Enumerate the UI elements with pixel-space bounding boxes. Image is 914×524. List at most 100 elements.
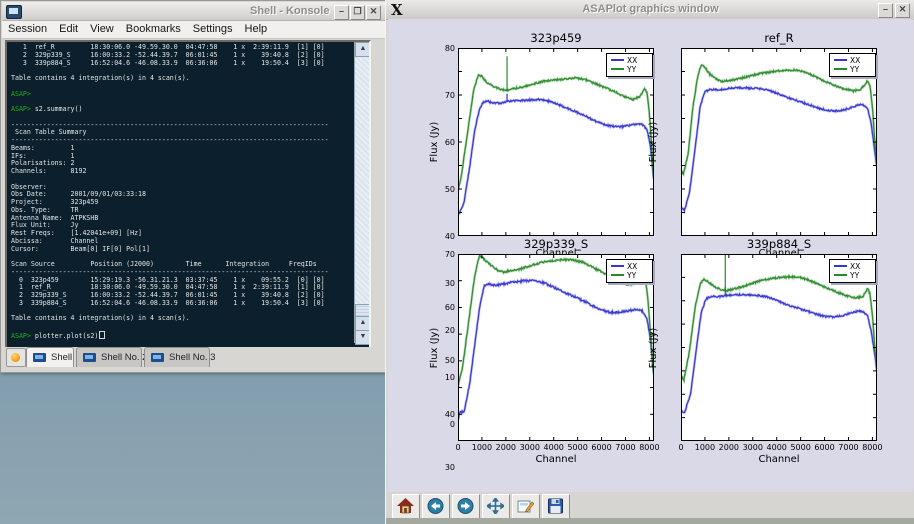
series-XX xyxy=(681,87,877,211)
terminal-line xyxy=(11,323,355,331)
minimize-button[interactable]: – xyxy=(334,5,349,20)
scroll-up-icon[interactable]: ▲ xyxy=(355,42,371,57)
series-halo-YY xyxy=(458,75,654,192)
terminal-line: Channels: 8192 xyxy=(11,168,355,176)
terminal-line: 3 339p884_S 16:52:04.6 -46.08.33.9 06:36… xyxy=(11,60,355,68)
ytick-label: 30 xyxy=(431,463,455,472)
ylabel: Flux (Jy) xyxy=(429,303,443,393)
ytick-label: 30 xyxy=(431,279,455,288)
terminal-line xyxy=(11,83,355,91)
menu-item-session[interactable]: Session xyxy=(2,21,53,35)
desktop: Shell - Konsole – ❐ ✕ SessionEditViewBoo… xyxy=(0,0,914,524)
terminal-line: ASAP> plotter.plot(s2) xyxy=(11,331,355,341)
terminal-line: ASAP> xyxy=(11,91,355,99)
legend: XXYY xyxy=(829,259,876,283)
new-session-button[interactable] xyxy=(6,348,26,367)
minimize-button[interactable]: – xyxy=(878,3,893,18)
tab-label: Shell No. 3 xyxy=(169,352,215,363)
asaplot-window: X ASAPlot graphics window – ✕ 323p459010… xyxy=(385,0,914,524)
terminal-scrollbar[interactable]: ▲ ▲ ▼ xyxy=(354,42,369,343)
legend-entry-YY: YY xyxy=(834,65,859,75)
subplot-title: 329p339_S xyxy=(458,237,654,251)
ylabel: Flux (Jy) xyxy=(648,97,662,187)
scroll-up2-icon[interactable]: ▲ xyxy=(355,316,371,331)
ytick-label: 70 xyxy=(431,250,455,259)
tab-label: Shell xyxy=(51,352,72,363)
xlabel: Channel xyxy=(681,454,877,465)
legend-line-sample xyxy=(834,265,847,267)
configure-subplots-icon xyxy=(517,498,534,514)
legend: XXYY xyxy=(829,53,876,77)
ytick-label: 40 xyxy=(431,232,455,241)
tab-shell-no-2[interactable]: Shell No. 2 xyxy=(76,347,142,367)
konsole-tabbar: ShellShell No. 2Shell No. 3 xyxy=(2,347,385,367)
series-halo-YY xyxy=(681,276,877,381)
home-icon xyxy=(397,498,414,514)
menu-item-help[interactable]: Help xyxy=(239,21,274,35)
konsole-menubar: SessionEditViewBookmarksSettingsHelp xyxy=(2,21,385,39)
terminal-line: ASAP> s2.summary() xyxy=(11,106,355,114)
konsole-titlebar[interactable]: Shell - Konsole – ❐ ✕ xyxy=(2,2,385,21)
ytick-label: 80 xyxy=(431,44,455,53)
save-floppy-icon xyxy=(547,498,564,514)
forward-button[interactable] xyxy=(452,494,480,519)
asaplot-titlebar[interactable]: X ASAPlot graphics window – ✕ xyxy=(386,0,914,20)
scroll-down-icon[interactable]: ▼ xyxy=(355,330,371,345)
subplot-title: 323p459 xyxy=(458,31,654,45)
xlabel: Channel xyxy=(458,454,654,465)
subplot-title: 339p884_S xyxy=(681,237,877,251)
series-halo-XX xyxy=(458,280,654,421)
konsole-window: Shell - Konsole – ❐ ✕ SessionEditViewBoo… xyxy=(0,0,387,373)
menu-item-bookmarks[interactable]: Bookmarks xyxy=(120,21,187,35)
home-button[interactable] xyxy=(392,494,420,519)
menu-item-settings[interactable]: Settings xyxy=(187,21,239,35)
konsole-app-icon xyxy=(6,5,22,19)
tab-shell[interactable]: Shell xyxy=(26,347,74,367)
ylabel: Flux (Jy) xyxy=(429,97,443,187)
terminal-screen-icon xyxy=(83,353,96,362)
terminal-line xyxy=(11,176,355,184)
xtick-label: 8000 xyxy=(634,443,664,452)
forward-arrow-icon xyxy=(457,498,474,514)
series-XX xyxy=(458,280,654,421)
tab-shell-no-3[interactable]: Shell No. 3 xyxy=(144,347,210,367)
series-halo-XX xyxy=(681,294,877,413)
legend-line-sample xyxy=(611,59,624,61)
back-button[interactable] xyxy=(422,494,450,519)
legend-line-sample xyxy=(611,274,624,276)
series-halo-YY xyxy=(681,65,877,174)
legend-entry-YY: YY xyxy=(611,65,636,75)
terminal-cursor xyxy=(99,331,105,339)
series-halo-XX xyxy=(458,99,654,216)
terminal-line: Table contains 4 integration(s) in 4 sca… xyxy=(11,75,355,83)
terminal-line: 3 339p884_S 16:52:04.6 -46.08.33.9 06:36… xyxy=(11,300,355,308)
series-halo-XX xyxy=(681,87,877,211)
legend-line-sample xyxy=(611,265,624,267)
legend: XXYY xyxy=(606,259,653,283)
close-button[interactable]: ✕ xyxy=(366,5,381,20)
plot-canvas: 323p45901020304050607080ChannelFlux (Jy)… xyxy=(388,19,913,492)
close-button[interactable]: ✕ xyxy=(895,3,910,18)
series-YY xyxy=(681,65,877,174)
ylabel: Flux (Jy) xyxy=(648,303,662,393)
new-session-icon xyxy=(11,353,20,362)
window-bottom-edge xyxy=(386,518,914,524)
ytick-label: 40 xyxy=(431,410,455,419)
pan-button[interactable] xyxy=(482,494,510,519)
terminal-line: Cursor: Beam[0] IF[0] Pol[1] xyxy=(11,246,355,254)
tab-label: Shell No. 2 xyxy=(101,352,147,363)
series-XX xyxy=(458,99,654,216)
series-YY xyxy=(681,276,877,381)
subplot-title: ref_R xyxy=(681,31,877,45)
maximize-button[interactable]: ❐ xyxy=(350,5,365,20)
legend-entry-YY: YY xyxy=(834,271,859,281)
menu-item-edit[interactable]: Edit xyxy=(53,21,84,35)
asaplot-window-title: ASAPlot graphics window xyxy=(386,3,914,15)
terminal-output[interactable]: 1 ref_R 18:30:06.0 -49.59.30.0 04:47:58 … xyxy=(5,40,371,349)
save-button[interactable] xyxy=(542,494,570,519)
configure-subplots-button[interactable] xyxy=(512,494,540,519)
legend-line-sample xyxy=(834,68,847,70)
legend-line-sample xyxy=(834,274,847,276)
menu-item-view[interactable]: View xyxy=(84,21,120,35)
terminal-line: Table contains 4 integration(s) in 4 sca… xyxy=(11,315,355,323)
